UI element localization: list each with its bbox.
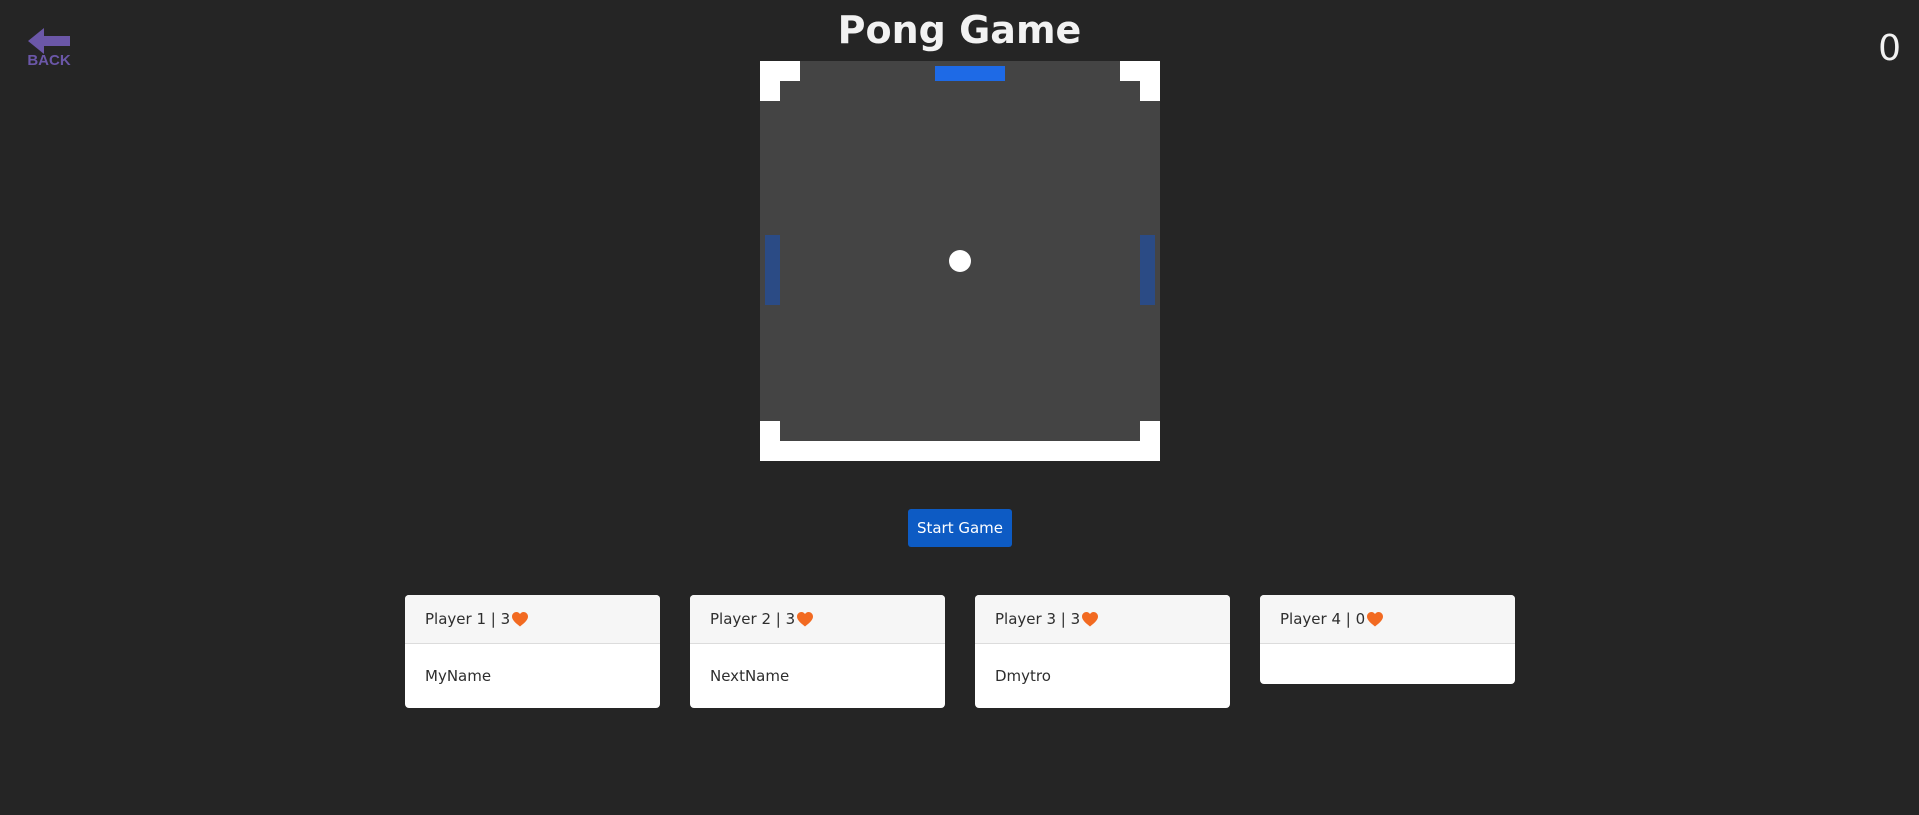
player-label: Player 3 <box>995 610 1056 628</box>
player-label: Player 4 <box>1280 610 1341 628</box>
ball <box>949 250 971 272</box>
back-label: BACK <box>27 52 71 69</box>
paddle-right <box>1140 235 1155 305</box>
player-card-header: Player 1 | 3 <box>405 595 660 644</box>
player-card-3: Player 3 | 3 Dmytro <box>975 595 1230 708</box>
player-name: MyName <box>425 667 492 685</box>
bottom-wall <box>760 441 1160 461</box>
player-card-4: Player 4 | 0 <box>1260 595 1515 684</box>
player-name: NextName <box>710 667 790 685</box>
player-card-header: Player 2 | 3 <box>690 595 945 644</box>
heart-icon <box>512 611 529 626</box>
paddle-top <box>935 66 1005 81</box>
paddle-left <box>765 235 780 305</box>
heart-icon <box>797 611 814 626</box>
player-name <box>1260 644 1515 684</box>
player-lives: 0 <box>1355 610 1366 628</box>
player-label: Player 1 <box>425 610 486 628</box>
corner-top-left-side <box>760 61 780 101</box>
corner-top-right-side <box>1140 61 1160 101</box>
heart-icon <box>1082 611 1099 626</box>
player-lives: 3 <box>1070 610 1081 628</box>
player-lives: 3 <box>500 610 511 628</box>
player-name: Dmytro <box>995 667 1051 685</box>
player-label: Player 2 <box>710 610 771 628</box>
player-card-2: Player 2 | 3 NextName <box>690 595 945 708</box>
page-title: Pong Game <box>837 8 1082 52</box>
game-board[interactable] <box>760 61 1160 461</box>
player-lives: 3 <box>785 610 796 628</box>
player-card-header: Player 3 | 3 <box>975 595 1230 644</box>
heart-icon <box>1367 611 1384 626</box>
player-card-header: Player 4 | 0 <box>1260 595 1515 644</box>
player-card-1: Player 1 | 3 MyName <box>405 595 660 708</box>
score-counter: 0 <box>1878 28 1901 69</box>
start-game-button[interactable]: Start Game <box>908 509 1012 547</box>
pong-page: BACK Pong Game 0 Start Game Player 1 | 3… <box>0 0 1919 815</box>
